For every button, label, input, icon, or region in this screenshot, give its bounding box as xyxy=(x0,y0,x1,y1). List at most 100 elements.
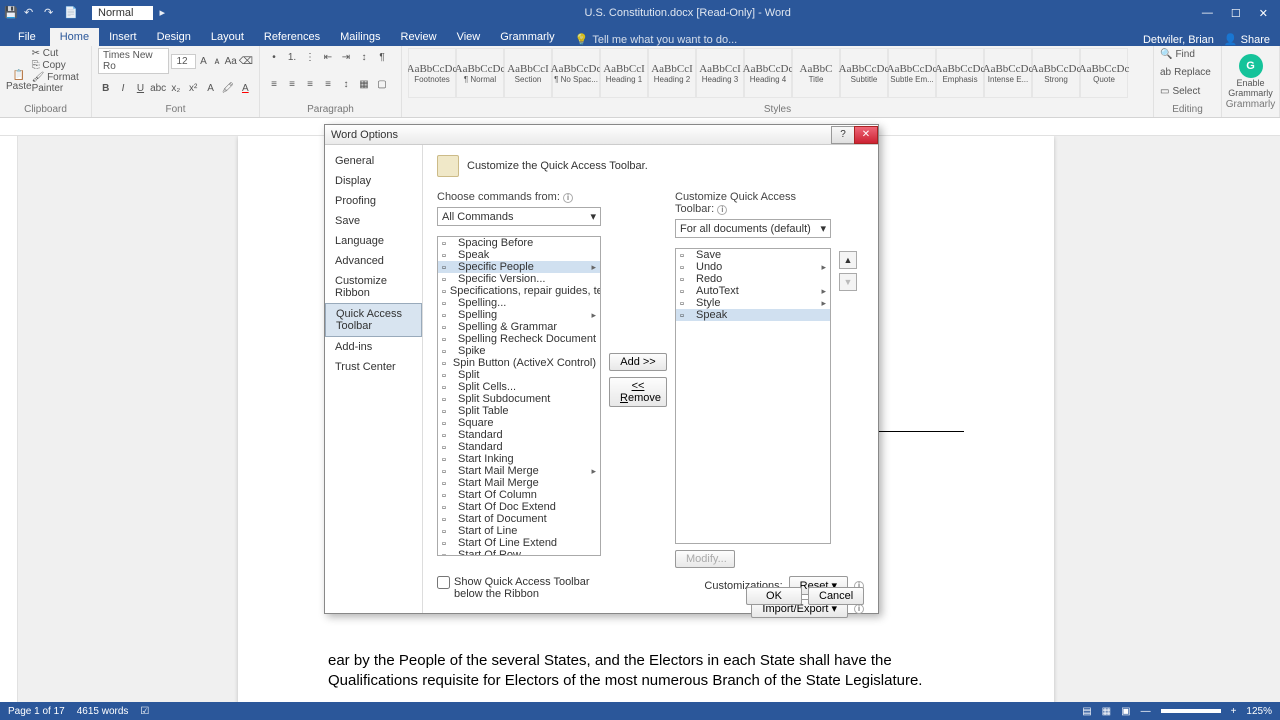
borders-icon[interactable]: ▢ xyxy=(374,76,390,94)
redo-icon[interactable]: ↷ xyxy=(44,6,58,20)
style-item[interactable]: AaBbCcDcFootnotes xyxy=(408,48,456,98)
command-item[interactable]: ▫Specifications, repair guides, tec... xyxy=(438,285,600,297)
nav-trust-center[interactable]: Trust Center xyxy=(325,357,422,377)
qat-item[interactable]: ▫AutoText▸ xyxy=(676,285,830,297)
page-indicator[interactable]: Page 1 of 17 xyxy=(8,706,65,717)
remove-button[interactable]: << Remove xyxy=(609,377,667,407)
maximize-icon[interactable]: ☐ xyxy=(1231,7,1241,20)
share-button[interactable]: 👤 Share xyxy=(1224,33,1270,46)
command-item[interactable]: ▫Split Cells... xyxy=(438,381,600,393)
command-item[interactable]: ▫Start of Document xyxy=(438,513,600,525)
text-effects-icon[interactable]: A xyxy=(203,80,218,98)
qat-item[interactable]: ▫Speak xyxy=(676,309,830,321)
paste-button[interactable]: 📋 Paste xyxy=(6,48,32,92)
command-item[interactable]: ▫Specific Version... xyxy=(438,273,600,285)
shrink-font-icon[interactable]: ᴀ xyxy=(211,52,222,70)
font-color-icon[interactable]: A xyxy=(238,80,253,98)
format-painter-button[interactable]: 🖌 Format Painter xyxy=(32,72,85,94)
speak-icon[interactable]: ▸ xyxy=(159,6,173,20)
align-right-icon[interactable]: ≡ xyxy=(302,76,318,94)
nav-customize-ribbon[interactable]: Customize Ribbon xyxy=(325,271,422,303)
nav-display[interactable]: Display xyxy=(325,171,422,191)
copy-button[interactable]: ⎘ Copy xyxy=(32,60,85,71)
style-item[interactable]: AaBbCcIHeading 1 xyxy=(600,48,648,98)
style-item[interactable]: AaBbCcDcStrong xyxy=(1032,48,1080,98)
numbering-icon[interactable]: 1. xyxy=(284,48,300,66)
zoom-slider[interactable] xyxy=(1161,709,1221,713)
strikethrough-button[interactable]: abc xyxy=(150,80,166,98)
undo-icon[interactable]: ↶ xyxy=(24,6,38,20)
tab-insert[interactable]: Insert xyxy=(99,28,147,46)
available-commands-listbox[interactable]: ▫Spacing Before▫Speak▫Specific People▸▫S… xyxy=(437,236,601,556)
info-icon[interactable]: i xyxy=(854,604,864,614)
autotext-icon[interactable]: 📄 xyxy=(64,6,78,20)
minimize-icon[interactable]: — xyxy=(1202,7,1213,20)
command-item[interactable]: ▫Start Of Doc Extend xyxy=(438,501,600,513)
qat-item[interactable]: ▫Style▸ xyxy=(676,297,830,309)
tab-references[interactable]: References xyxy=(254,28,330,46)
sort-icon[interactable]: ↕ xyxy=(356,48,372,66)
tab-design[interactable]: Design xyxy=(147,28,201,46)
command-item[interactable]: ▫Split Table xyxy=(438,405,600,417)
command-item[interactable]: ▫Spelling & Grammar xyxy=(438,321,600,333)
print-layout-icon[interactable]: ▦ xyxy=(1102,706,1111,717)
command-item[interactable]: ▫Split Subdocument xyxy=(438,393,600,405)
style-item[interactable]: AaBbCcIHeading 2 xyxy=(648,48,696,98)
save-icon[interactable]: 💾 xyxy=(4,6,18,20)
show-marks-icon[interactable]: ¶ xyxy=(374,48,390,66)
command-item[interactable]: ▫Start Mail Merge xyxy=(438,477,600,489)
font-name-dropdown[interactable]: Times New Ro xyxy=(98,48,169,74)
tab-review[interactable]: Review xyxy=(391,28,447,46)
grow-font-icon[interactable]: A xyxy=(198,52,209,70)
style-item[interactable]: AaBbCcDcIntense E... xyxy=(984,48,1032,98)
dialog-help-button[interactable]: ? xyxy=(831,126,855,144)
increase-indent-icon[interactable]: ⇥ xyxy=(338,48,354,66)
command-item[interactable]: ▫Spike xyxy=(438,345,600,357)
nav-quick-access-toolbar[interactable]: Quick Access Toolbar xyxy=(325,303,422,337)
clear-formatting-icon[interactable]: ⌫ xyxy=(239,52,253,70)
grammarly-icon[interactable]: G xyxy=(1239,54,1263,78)
move-up-button[interactable]: ▲ xyxy=(839,251,857,269)
command-item[interactable]: ▫Specific People▸ xyxy=(438,261,600,273)
command-item[interactable]: ▫Spacing Before xyxy=(438,237,600,249)
cut-button[interactable]: ✂ Cut xyxy=(32,48,85,59)
user-name[interactable]: Detwiler, Brian xyxy=(1143,34,1214,46)
nav-proofing[interactable]: Proofing xyxy=(325,191,422,211)
spell-check-icon[interactable]: ☑ xyxy=(140,706,149,717)
command-item[interactable]: ▫Speak xyxy=(438,249,600,261)
qat-item[interactable]: ▫Redo xyxy=(676,273,830,285)
underline-button[interactable]: U xyxy=(133,80,148,98)
qat-item[interactable]: ▫Save xyxy=(676,249,830,261)
style-quick-dropdown[interactable]: Normal xyxy=(92,6,153,20)
select-button[interactable]: ▭Select xyxy=(1160,85,1215,98)
command-item[interactable]: ▫Start Of Column xyxy=(438,489,600,501)
nav-general[interactable]: General xyxy=(325,151,422,171)
tab-layout[interactable]: Layout xyxy=(201,28,254,46)
tab-grammarly[interactable]: Grammarly xyxy=(490,28,564,46)
zoom-level[interactable]: 125% xyxy=(1246,706,1272,717)
zoom-in-icon[interactable]: + xyxy=(1231,706,1237,717)
nav-advanced[interactable]: Advanced xyxy=(325,251,422,271)
style-item[interactable]: AaBbCcISection xyxy=(504,48,552,98)
tab-mailings[interactable]: Mailings xyxy=(330,28,390,46)
shading-icon[interactable]: ▦ xyxy=(356,76,372,94)
word-count[interactable]: 4615 words xyxy=(77,706,129,717)
add-button[interactable]: Add >> xyxy=(609,353,667,371)
dialog-close-button[interactable]: ✕ xyxy=(854,126,878,144)
align-center-icon[interactable]: ≡ xyxy=(284,76,300,94)
style-item[interactable]: AaBbCcDcSubtle Em... xyxy=(888,48,936,98)
bold-button[interactable]: B xyxy=(98,80,113,98)
command-item[interactable]: ▫Start Of Row xyxy=(438,549,600,555)
style-item[interactable]: AaBbCcDcHeading 4 xyxy=(744,48,792,98)
style-item[interactable]: AaBbCcIHeading 3 xyxy=(696,48,744,98)
style-item[interactable]: AaBbCcDc¶ No Spac... xyxy=(552,48,600,98)
change-case-icon[interactable]: Aa xyxy=(225,52,237,70)
subscript-button[interactable]: x₂ xyxy=(168,80,183,98)
nav-language[interactable]: Language xyxy=(325,231,422,251)
command-item[interactable]: ▫Split xyxy=(438,369,600,381)
zoom-out-icon[interactable]: — xyxy=(1141,706,1151,717)
current-qat-listbox[interactable]: ▫Save▫Undo▸▫Redo▫AutoText▸▫Style▸▫Speak xyxy=(675,248,831,544)
command-item[interactable]: ▫Start of Line xyxy=(438,525,600,537)
find-button[interactable]: 🔍Find xyxy=(1160,48,1215,61)
align-left-icon[interactable]: ≡ xyxy=(266,76,282,94)
